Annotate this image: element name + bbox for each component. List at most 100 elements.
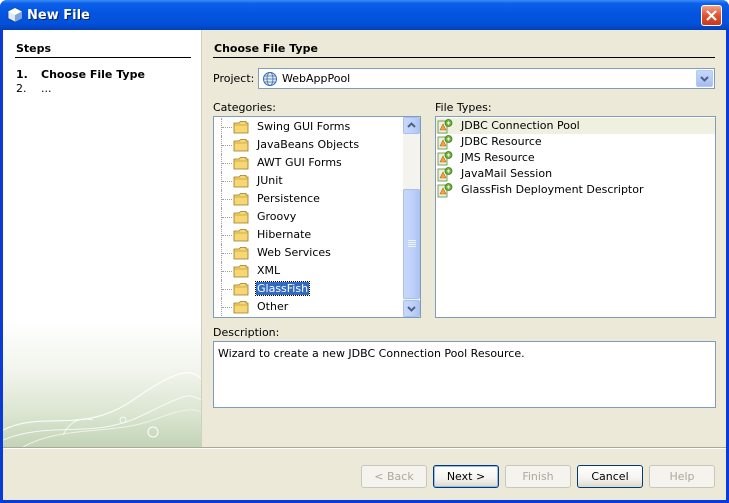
file-type-item[interactable]: JMS Resource (436, 150, 715, 166)
scroll-down-button[interactable] (403, 300, 420, 317)
window-title: New File (27, 8, 90, 23)
tree-line (222, 307, 232, 308)
folder-icon (233, 247, 249, 260)
categories-scrollbar[interactable] (403, 117, 420, 317)
tree-line (222, 145, 232, 146)
project-value: WebAppPool (282, 72, 351, 85)
file-type-label: JMS Resource (461, 151, 535, 164)
category-label: Web Services (257, 246, 331, 259)
step-item-2: 2.... (16, 82, 52, 95)
folder-icon (233, 211, 249, 224)
category-item[interactable]: Groovy (214, 208, 404, 226)
file-type-item[interactable]: JDBC Resource (436, 134, 715, 150)
new-file-dialog: New File Steps 1. Choose File Type 2.... (0, 0, 729, 503)
category-item[interactable]: JavaBeans Objects (214, 136, 404, 154)
dialog-body: Steps 1. Choose File Type 2.... Choose Fi… (3, 30, 726, 500)
category-item[interactable]: Web Services (214, 244, 404, 262)
button-bar-separator (3, 447, 726, 449)
scroll-grip (408, 244, 416, 245)
step-label: Choose File Type (41, 68, 145, 81)
tree-line (222, 253, 232, 254)
glassfish-resource-icon (437, 183, 453, 198)
file-type-item[interactable]: GlassFish Deployment Descriptor (436, 182, 715, 198)
category-item[interactable]: AWT GUI Forms (214, 154, 404, 172)
category-label: JavaBeans Objects (257, 138, 360, 151)
folder-icon (233, 229, 249, 242)
steps-panel: Steps 1. Choose File Type 2.... (3, 30, 202, 447)
project-combobox[interactable]: WebAppPool (258, 68, 715, 89)
tree-line (222, 163, 232, 164)
glassfish-resource-icon (437, 119, 453, 134)
globe-project-icon (263, 72, 277, 86)
category-label: Groovy (257, 210, 297, 223)
step-number: 2. (16, 82, 27, 95)
tree-line (222, 127, 232, 128)
steps-divider (15, 57, 191, 58)
file-type-item[interactable]: JDBC Connection Pool (436, 118, 715, 134)
description-box: Wizard to create a new JDBC Connection P… (213, 341, 716, 408)
step-number: 1. (16, 68, 28, 81)
description-label: Description: (213, 326, 280, 339)
file-type-label: JDBC Connection Pool (461, 119, 580, 132)
close-button[interactable] (701, 5, 722, 26)
folder-icon (233, 157, 249, 170)
chevron-up-icon (407, 122, 416, 128)
scroll-up-button[interactable] (403, 117, 420, 134)
chevron-down-icon (700, 76, 709, 82)
file-type-label: JavaMail Session (461, 167, 553, 180)
step-label: ... (41, 82, 52, 95)
title-bar[interactable]: New File (0, 0, 729, 30)
scroll-thumb[interactable] (403, 189, 420, 299)
category-label: Swing GUI Forms (257, 120, 351, 133)
back-button[interactable]: < Back (361, 465, 427, 488)
steps-heading: Steps (16, 42, 52, 55)
folder-icon (233, 139, 249, 152)
project-label: Project: (213, 72, 255, 85)
category-label: Other (257, 300, 289, 313)
combo-dropdown-button[interactable] (696, 70, 713, 87)
next-button[interactable]: Next > (433, 465, 499, 488)
folder-icon (233, 283, 249, 296)
categories-tree[interactable]: Swing GUI Forms JavaBeans Objects AWT GUI … (213, 116, 421, 318)
category-item[interactable]: XML (214, 262, 404, 280)
tree-line (222, 235, 232, 236)
chevron-down-icon (407, 306, 416, 312)
category-label: Persistence (257, 192, 320, 205)
help-button[interactable]: Help (649, 465, 715, 488)
category-item[interactable]: JUnit (214, 172, 404, 190)
folder-icon (233, 175, 249, 188)
folder-icon (233, 193, 249, 206)
tree-line (222, 289, 232, 290)
scroll-grip (408, 242, 416, 243)
folder-icon (233, 265, 249, 278)
category-item[interactable]: Persistence (214, 190, 404, 208)
tree-line (222, 199, 232, 200)
glassfish-resource-icon (437, 135, 453, 150)
choose-file-type-panel: Choose File Type Project: WebAppPool Cat… (202, 30, 726, 447)
decorative-swirl-graphic (3, 372, 201, 447)
file-type-label: GlassFish Deployment Descriptor (461, 183, 644, 196)
scroll-grip (408, 246, 416, 247)
tree-line (222, 217, 232, 218)
category-item[interactable]: GlassFish (214, 280, 404, 298)
tree-line (222, 181, 232, 182)
netbeans-cube-icon (7, 7, 23, 23)
step-item-1: 1. Choose File Type (16, 68, 145, 81)
glassfish-resource-icon (437, 167, 453, 182)
cancel-button[interactable]: Cancel (577, 465, 643, 488)
glassfish-resource-icon (437, 151, 453, 166)
category-label: Hibernate (257, 228, 312, 241)
category-item[interactable]: Other (214, 298, 404, 316)
file-type-label: JDBC Resource (461, 135, 542, 148)
category-item[interactable]: Swing GUI Forms (214, 118, 404, 136)
scroll-grip (408, 240, 416, 241)
folder-icon (233, 301, 249, 314)
file-types-list[interactable]: JDBC Connection Pool JDBC Resource JMS Res… (435, 116, 716, 318)
finish-button[interactable]: Finish (505, 465, 571, 488)
category-label: GlassFish (254, 281, 311, 296)
file-type-item[interactable]: JavaMail Session (436, 166, 715, 182)
category-label: XML (257, 264, 281, 277)
file-types-label: File Types: (435, 101, 492, 114)
category-item[interactable]: Hibernate (214, 226, 404, 244)
description-text: Wizard to create a new JDBC Connection P… (218, 347, 525, 360)
